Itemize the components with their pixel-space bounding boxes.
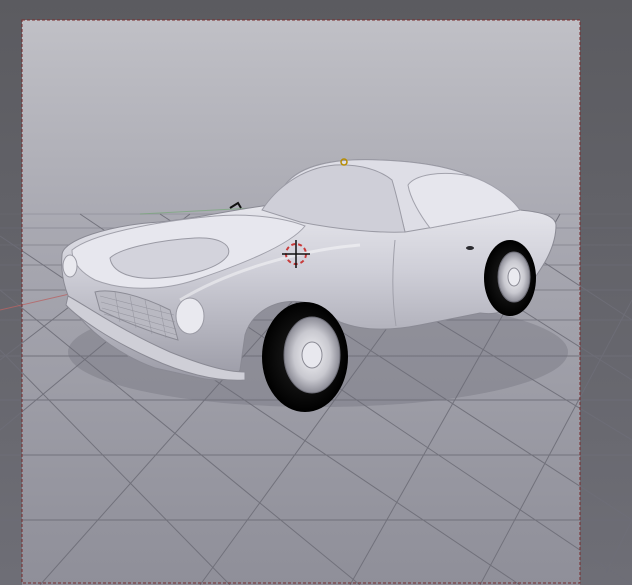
- door-handle: [466, 246, 474, 250]
- rear-wheel: [484, 240, 536, 316]
- front-wheel: [262, 302, 348, 412]
- viewport-canvas[interactable]: [0, 0, 632, 585]
- headlight-left: [62, 254, 78, 278]
- 3d-viewport[interactable]: [0, 0, 632, 585]
- headlight-right: [175, 297, 205, 335]
